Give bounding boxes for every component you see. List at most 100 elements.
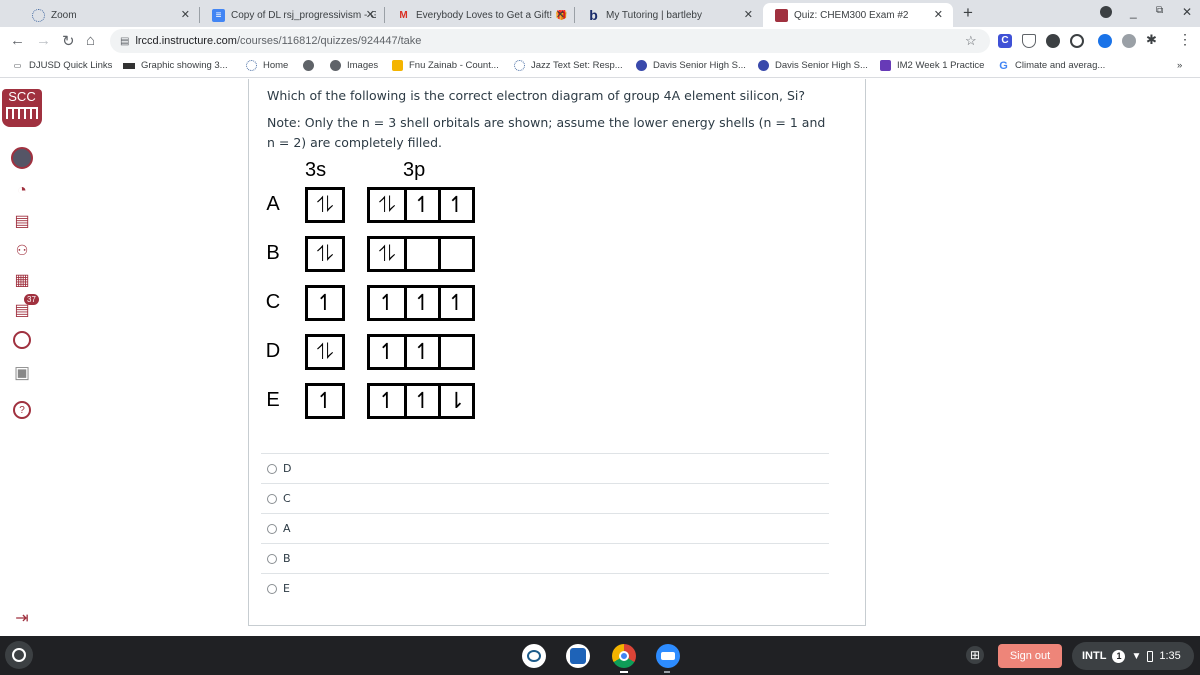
launcher-button[interactable] — [5, 641, 33, 669]
minimize-button[interactable]: _ — [1130, 5, 1137, 19]
extension-shield-icon[interactable] — [1022, 34, 1036, 48]
status-tray[interactable]: INTL 1 ▼ 1:35 — [1072, 642, 1194, 670]
close-tab-icon[interactable]: ✕ — [934, 8, 943, 21]
orbital-3p-3-electrons: ↿ — [438, 190, 472, 220]
extension-grey-icon[interactable] — [1122, 34, 1136, 48]
zoom-favicon-icon — [246, 60, 257, 71]
scc-favicon-icon — [775, 8, 788, 22]
extension-blue-shield-icon[interactable] — [1098, 34, 1112, 48]
app-indicator — [620, 671, 628, 673]
header-3s: 3s — [305, 159, 327, 181]
address-bar[interactable]: ▤ lrccd.instructure.com/courses/116812/q… — [110, 29, 990, 53]
help-icon[interactable]: ? — [11, 399, 33, 421]
close-tab-icon[interactable]: ✕ — [744, 8, 753, 21]
dashboard-icon[interactable]: ◔ — [11, 180, 33, 202]
zoom-app-icon[interactable] — [656, 644, 680, 668]
radio-button[interactable] — [267, 463, 277, 474]
close-tab-icon[interactable]: ✕ — [181, 8, 190, 21]
tab-quiz-active[interactable]: Quiz: CHEM300 Exam #2 ✕ — [763, 3, 953, 27]
answer-option-e[interactable]: E — [261, 573, 829, 603]
bookmark-globe[interactable] — [303, 60, 320, 71]
account-avatar[interactable] — [11, 147, 33, 169]
reload-button[interactable]: ↻ — [62, 32, 75, 50]
extensions-puzzle-icon[interactable]: ✱ — [1146, 32, 1157, 48]
bookmark-graphic-showing[interactable]: Graphic showing 3... — [123, 60, 228, 71]
restore-button[interactable]: ⧉ — [1156, 5, 1163, 16]
app-1-icon[interactable] — [522, 644, 546, 668]
answer-option-b[interactable]: B — [261, 543, 829, 573]
orbital-3p-1-electrons: ↿ — [377, 388, 397, 414]
inbox-icon[interactable]: ▤ 37 — [11, 294, 39, 321]
bookmark-home[interactable]: Home — [246, 60, 288, 71]
profile-menu-icon[interactable] — [1100, 6, 1112, 18]
browser-menu-icon[interactable]: ⋮ — [1178, 31, 1192, 48]
forward-button[interactable]: → — [36, 32, 51, 49]
row-label-c: C — [265, 291, 281, 313]
bookmark-images[interactable]: Images — [330, 60, 378, 71]
gmail-icon: M — [399, 9, 408, 21]
dshs-icon — [636, 60, 647, 71]
orbital-3p-2-electrons: ↿ — [404, 386, 438, 416]
row-label-e: E — [266, 389, 280, 411]
more-bookmarks-button[interactable]: » — [1177, 60, 1182, 71]
extension-target-icon[interactable] — [1070, 34, 1084, 48]
bookmark-climate[interactable]: G Climate and averag... — [998, 60, 1105, 72]
answer-option-d[interactable]: D — [261, 453, 829, 483]
globe-icon — [330, 60, 341, 71]
header-3p: 3p — [403, 159, 426, 181]
tab-gmail[interactable]: M Everybody Loves to Get a Gift! 🎁 ✕ — [385, 3, 575, 27]
close-window-button[interactable]: ✕ — [1182, 5, 1192, 19]
site-info-icon[interactable]: ▤ — [120, 36, 129, 47]
extension-dark-icon[interactable] — [1046, 34, 1060, 48]
answer-option-c[interactable]: C — [261, 483, 829, 513]
collapse-arrow-icon[interactable]: ⇥ — [11, 607, 33, 629]
tab-google-doc[interactable]: ≡ Copy of DL rsj_progressivism - G ✕ — [200, 3, 385, 27]
sign-out-button[interactable]: Sign out — [998, 644, 1062, 668]
app-2-icon[interactable] — [566, 644, 590, 668]
orbital-3s-electrons: ⥮ — [317, 339, 333, 365]
chrome-icon[interactable] — [612, 644, 636, 668]
radio-button[interactable] — [267, 493, 277, 504]
orbital-3p-2-electrons: ↿ — [404, 288, 438, 318]
clock-time: 1:35 — [1159, 650, 1181, 662]
close-tab-icon[interactable]: ✕ — [556, 8, 565, 21]
bookmark-jazz-text-set[interactable]: Jazz Text Set: Resp... — [514, 60, 623, 71]
bookmark-star-icon[interactable]: ☆ — [965, 33, 977, 49]
bookmark-davis-senior-high-1[interactable]: Davis Senior High S... — [636, 60, 746, 71]
notification-badge: 1 — [1112, 649, 1126, 663]
radio-button[interactable] — [267, 553, 277, 564]
question-text: Which of the following is the correct el… — [267, 88, 806, 103]
tab-bartleby[interactable]: b My Tutoring | bartleby ✕ — [575, 3, 763, 27]
bookmark-djusd-quick-links[interactable]: ▭ DJUSD Quick Links — [12, 60, 113, 71]
extension-c-icon[interactable]: C — [998, 34, 1012, 48]
studio-icon[interactable]: ▣ — [11, 362, 33, 384]
groups-icon[interactable]: ⚇ — [11, 239, 33, 261]
courses-icon[interactable]: ▤ — [11, 210, 33, 232]
history-icon[interactable] — [11, 329, 33, 351]
wifi-icon: ▼ — [1131, 650, 1142, 662]
close-tab-icon[interactable]: ✕ — [366, 8, 375, 21]
row-label-d: D — [265, 340, 281, 362]
radio-button[interactable] — [267, 523, 277, 534]
tab-zoom[interactable]: Zoom ✕ — [20, 3, 200, 27]
bookmark-fnu-zainab[interactable]: Fnu Zainab - Count... — [392, 60, 499, 71]
radio-button[interactable] — [267, 583, 277, 594]
slides-icon — [392, 60, 403, 71]
scrollbar[interactable] — [820, 79, 822, 179]
answer-label: C — [283, 492, 291, 505]
orbital-3s-box: ↿ — [305, 285, 345, 321]
quiz-content: Which of the following is the correct el… — [43, 79, 1200, 636]
scc-logo[interactable]: SCC — [2, 89, 42, 127]
back-button[interactable]: ← — [10, 32, 25, 49]
orbital-3p-box: ⥮ — [367, 236, 475, 272]
orbital-3p-3-electrons: ⇂ — [438, 386, 472, 416]
orbital-3p-3-electrons — [438, 337, 472, 367]
screenshot-tool-icon[interactable]: ⊞ — [966, 646, 984, 664]
chrome-center — [619, 651, 629, 661]
new-tab-button[interactable]: + — [963, 3, 973, 23]
answer-option-a[interactable]: A — [261, 513, 829, 543]
bookmark-davis-senior-high-2[interactable]: Davis Senior High S... — [758, 60, 868, 71]
home-button[interactable]: ⌂ — [86, 32, 95, 49]
calendar-icon[interactable]: ▦ — [11, 269, 33, 291]
bookmark-im2-week1[interactable]: IM2 Week 1 Practice — [880, 60, 984, 71]
